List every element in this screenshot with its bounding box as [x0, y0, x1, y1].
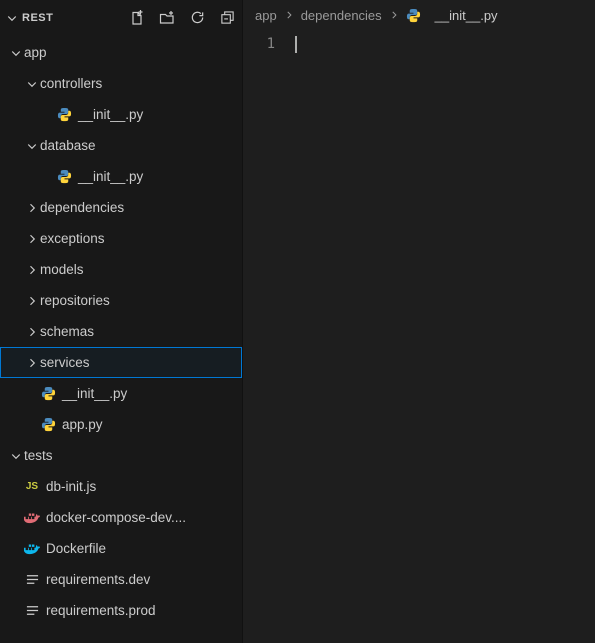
text-file-icon — [24, 572, 40, 588]
tree-item-label: controllers — [40, 76, 102, 91]
collapse-all-icon[interactable] — [218, 9, 236, 27]
line-gutter: 1 — [243, 30, 295, 643]
javascript-icon: JS — [24, 479, 40, 495]
python-icon — [40, 417, 56, 433]
new-folder-icon[interactable] — [158, 9, 176, 27]
tree-file[interactable]: docker-compose-dev.... — [0, 502, 242, 533]
python-icon — [56, 169, 72, 185]
tree-file[interactable]: __init__.py — [0, 161, 242, 192]
tree-item-label: dependencies — [40, 200, 124, 215]
explorer-header: REST — [0, 0, 242, 35]
tree-folder[interactable]: repositories — [0, 285, 242, 316]
tree-folder[interactable]: models — [0, 254, 242, 285]
chevron-right-icon[interactable] — [24, 200, 40, 216]
tree-file[interactable]: Dockerfile — [0, 533, 242, 564]
tree-file[interactable]: JS db-init.js — [0, 471, 242, 502]
tree-item-label: models — [40, 262, 84, 277]
tree-folder[interactable]: database — [0, 130, 242, 161]
tree-item-label: app.py — [62, 417, 103, 432]
tree-item-label: database — [40, 138, 96, 153]
tree-item-label: __init__.py — [62, 386, 127, 401]
explorer-actions — [128, 9, 236, 27]
tree-file[interactable]: __init__.py — [0, 378, 242, 409]
tree-folder[interactable]: schemas — [0, 316, 242, 347]
tree-file[interactable]: app.py — [0, 409, 242, 440]
chevron-right-icon[interactable] — [24, 355, 40, 371]
breadcrumb[interactable]: app dependencies __init__.py — [243, 0, 595, 30]
chevron-down-icon[interactable] — [8, 45, 24, 61]
tree-item-label: tests — [24, 448, 53, 463]
python-icon — [406, 7, 422, 23]
editor-body: 1 — [243, 30, 595, 643]
refresh-icon[interactable] — [188, 9, 206, 27]
breadcrumb-file[interactable]: __init__.py — [435, 8, 498, 23]
editor-pane: app dependencies __init__.py 1 — [242, 0, 595, 643]
tree-item-label: app — [24, 45, 47, 60]
new-file-icon[interactable] — [128, 9, 146, 27]
chevron-right-icon[interactable] — [24, 262, 40, 278]
tree-item-label: __init__.py — [78, 169, 143, 184]
python-icon — [56, 107, 72, 123]
chevron-right-icon[interactable] — [24, 293, 40, 309]
tree-item-label: requirements.dev — [46, 572, 150, 587]
tree-item-label: exceptions — [40, 231, 105, 246]
tree-item-label: services — [40, 355, 90, 370]
tree-item-label: Dockerfile — [46, 541, 106, 556]
chevron-right-icon[interactable] — [24, 324, 40, 340]
explorer-sidebar: REST app controllers __init__.py database __… — [0, 0, 242, 643]
tree-item-label: db-init.js — [46, 479, 96, 494]
file-tree[interactable]: app controllers __init__.py database __init_… — [0, 35, 242, 643]
line-number: 1 — [243, 36, 275, 52]
tree-item-label: repositories — [40, 293, 110, 308]
explorer-title: REST — [22, 12, 53, 24]
chevron-right-icon — [389, 10, 399, 20]
chevron-down-icon[interactable] — [4, 10, 20, 26]
tree-file[interactable]: requirements.prod — [0, 595, 242, 626]
tree-folder[interactable]: dependencies — [0, 192, 242, 223]
breadcrumb-segment[interactable]: dependencies — [301, 8, 382, 23]
tree-folder[interactable]: exceptions — [0, 223, 242, 254]
tree-folder[interactable]: tests — [0, 440, 242, 471]
breadcrumb-segment[interactable]: app — [255, 8, 277, 23]
python-icon — [40, 386, 56, 402]
tree-file[interactable]: requirements.dev — [0, 564, 242, 595]
tree-folder[interactable]: controllers — [0, 68, 242, 99]
tree-folder[interactable]: services — [0, 347, 242, 378]
chevron-down-icon[interactable] — [24, 76, 40, 92]
chevron-down-icon[interactable] — [24, 138, 40, 154]
docker-compose-icon — [24, 510, 40, 526]
docker-icon — [24, 541, 40, 557]
tree-item-label: __init__.py — [78, 107, 143, 122]
chevron-down-icon[interactable] — [8, 448, 24, 464]
tree-folder[interactable]: app — [0, 37, 242, 68]
text-file-icon — [24, 603, 40, 619]
tree-file[interactable]: __init__.py — [0, 99, 242, 130]
code-area[interactable] — [295, 30, 595, 643]
chevron-right-icon[interactable] — [24, 231, 40, 247]
tree-item-label: docker-compose-dev.... — [46, 510, 186, 525]
chevron-right-icon — [284, 10, 294, 20]
tree-item-label: schemas — [40, 324, 94, 339]
tree-item-label: requirements.prod — [46, 603, 156, 618]
